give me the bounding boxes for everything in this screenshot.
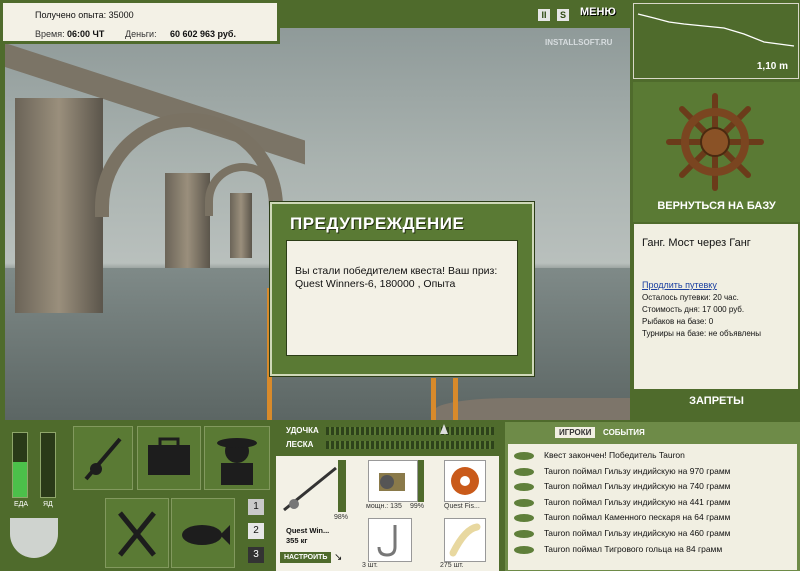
reel-wear-bar [418, 460, 424, 502]
tension-marker-icon [440, 424, 448, 434]
money-label: Деньги: [125, 29, 157, 39]
tension-panel: УДОЧКА ЛЕСКА [276, 422, 499, 454]
line-label: ЛЕСКА [286, 440, 314, 449]
line-tension-bar [326, 441, 494, 449]
reel-power: мощн.: 135 [366, 503, 402, 510]
tackle-box-slot[interactable] [137, 426, 201, 490]
fish-icon [514, 483, 534, 492]
time-label: Время: [35, 29, 65, 39]
event-row: Tauron поймал Гильзу индийскую на 970 гр… [508, 464, 797, 480]
event-text: Квест закончен! Победитель Tauron [544, 450, 685, 460]
needs-panel: ЕДА ЯД [0, 420, 68, 571]
rod-icon[interactable] [280, 462, 340, 517]
hook-icon[interactable] [368, 518, 412, 562]
arrow-down-right-icon: ↘ [334, 552, 343, 563]
bait-count: 275 шт. [440, 562, 464, 569]
rod-wear-bar [338, 460, 346, 512]
dialog-title: ПРЕДУПРЕЖДЕНИЕ [290, 214, 465, 233]
bans-button[interactable]: ЗАПРЕТЫ [633, 395, 800, 415]
return-to-base-button[interactable]: ВЕРНУТЬСЯ НА БАЗУ [633, 200, 800, 220]
fish-icon [514, 529, 534, 538]
line-spool-icon[interactable] [444, 460, 486, 502]
tab-players[interactable]: ИГРОКИ [555, 427, 596, 438]
warning-dialog: ПРЕДУПРЕЖДЕНИЕ Вы стали победителем квес… [270, 202, 534, 376]
fish-icon [514, 467, 534, 476]
reel-icon[interactable] [368, 460, 418, 502]
fisherman-slot[interactable] [204, 426, 270, 490]
event-text: Tauron поймал Гильзу индийскую на 740 гр… [544, 481, 731, 492]
sound-button[interactable]: S [557, 9, 569, 21]
pause-button[interactable]: II [538, 9, 550, 21]
event-text: Tauron поймал Гильзу индийскую на 460 гр… [544, 527, 731, 538]
food-meter-fill [13, 461, 27, 497]
tournaments-text: Турниры на базе: не объявлены [642, 329, 761, 338]
stats-panel: Получено опыта: 35000 Время: 06:00 ЧТ Де… [0, 0, 280, 44]
page-1-button[interactable]: 1 [248, 499, 264, 515]
cutlery-slot[interactable] [105, 498, 169, 568]
rod-tension-bar [326, 427, 494, 435]
rod-label: УДОЧКА [286, 426, 319, 435]
extend-trip-link[interactable]: Продлить путевку [642, 280, 717, 290]
menu-button[interactable]: МЕНЮ [580, 6, 616, 18]
location-panel: Ганг. Мост через Ганг Продлить путевку О… [634, 224, 798, 389]
actions-panel: 1 2 3 [68, 420, 273, 571]
event-row: Tauron поймал Каменного пескаря на 64 гр… [508, 510, 797, 526]
event-text: Tauron поймал Каменного пескаря на 64 гр… [544, 512, 731, 523]
bridge-pier [15, 98, 103, 313]
fish-icon [514, 514, 534, 523]
fish-icon [514, 452, 534, 460]
event-text: Tauron поймал Гильзу индийскую на 970 гр… [544, 465, 731, 476]
fish-icon [514, 545, 534, 554]
time-value: 06:00 ЧТ [67, 29, 105, 39]
tab-events[interactable]: СОБЫТИЯ [599, 427, 649, 438]
event-row: Tauron поймал Гильзу индийскую на 460 гр… [508, 526, 797, 542]
depth-map: 1,10 m [633, 3, 799, 79]
location-title: Ганг. Мост через Ганг [642, 237, 751, 249]
rod-2[interactable] [431, 378, 436, 420]
page-3-button[interactable]: 3 [248, 547, 264, 563]
event-text: Tauron поймал Тигрового гольца на 84 гра… [544, 543, 723, 554]
event-row: Квест закончен! Победитель Tauron [508, 448, 797, 464]
rod-3[interactable] [453, 378, 458, 420]
line-name: Quest Fis... [444, 503, 480, 510]
shore [435, 398, 630, 420]
gear-panel: 98% Quest Win... 355 кг НАСТРОИТЬ ↘ мощн… [276, 456, 499, 571]
fishers-text: Рыбаков на базе: 0 [642, 317, 714, 326]
event-row: Tauron поймал Гильзу индийскую на 441 гр… [508, 495, 797, 511]
ship-wheel-icon[interactable] [665, 92, 765, 192]
food-meter [12, 432, 28, 498]
rod-capacity: 355 кг [286, 536, 308, 545]
trip-left-text: Осталось путевки: 20 час. [642, 293, 739, 302]
day-cost-text: Стоимость дня: 17 000 руб. [642, 305, 745, 314]
depth-value: 1,10 m [756, 61, 788, 72]
configure-button[interactable]: НАСТРОИТЬ [280, 552, 332, 563]
hook-count: 3 шт. [362, 562, 378, 569]
fish-icon [514, 498, 534, 507]
experience-text: Получено опыта: 35000 [35, 10, 134, 20]
fish-slot[interactable] [171, 498, 235, 568]
events-list: Квест закончен! Победитель Tauron Tauron … [508, 444, 797, 570]
poison-meter [40, 432, 56, 498]
event-row: Tauron поймал Тигрового гольца на 84 гра… [508, 542, 797, 558]
events-panel: ИГРОКИ СОБЫТИЯ Квест закончен! Победител… [505, 422, 800, 571]
rod-name: Quest Win... [286, 526, 330, 535]
money-value: 60 602 963 руб. [170, 29, 236, 39]
page-2-button[interactable]: 2 [248, 523, 264, 539]
dialog-message: Вы стали победителем квеста! Ваш приз: Q… [286, 240, 518, 356]
watermark: INSTALLSOFT.RU [545, 38, 613, 47]
event-row: Tauron поймал Гильзу индийскую на 740 гр… [508, 479, 797, 495]
rods-slot[interactable] [73, 426, 133, 490]
poison-label: ЯД [43, 501, 53, 508]
food-label: ЕДА [14, 501, 29, 508]
rod-wear: 98% [334, 514, 349, 521]
food-bag-icon[interactable] [10, 518, 58, 558]
event-text: Tauron поймал Гильзу индийскую на 441 гр… [544, 496, 731, 507]
bait-icon[interactable] [444, 518, 486, 562]
reel-wear: 99% [410, 503, 425, 510]
